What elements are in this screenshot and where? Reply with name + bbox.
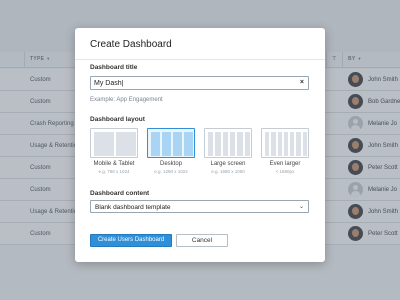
layout-column bbox=[296, 132, 301, 156]
create-dashboard-button[interactable]: Create Users Dashboard bbox=[90, 234, 172, 247]
layout-thumbnail bbox=[261, 128, 309, 158]
layout-column bbox=[230, 132, 236, 156]
layout-dimensions: e.g. 1680 x 1050 bbox=[211, 169, 245, 174]
layout-column bbox=[162, 132, 171, 156]
layout-thumbnail bbox=[147, 128, 195, 158]
chevron-down-icon: ⌄ bbox=[298, 204, 304, 210]
layout-column bbox=[173, 132, 182, 156]
layout-name: Even larger bbox=[269, 161, 301, 167]
dashboard-content-label: Dashboard content bbox=[90, 190, 150, 197]
layout-column bbox=[265, 132, 270, 156]
layout-options: Mobile & Tablet e.g. 768 x 1024 Desktop e.g… bbox=[90, 128, 310, 184]
layout-name: Desktop bbox=[159, 161, 182, 167]
layout-column bbox=[208, 132, 214, 156]
layout-dimensions: e.g. 768 x 1024 bbox=[98, 169, 130, 174]
layout-column bbox=[290, 132, 295, 156]
layout-column bbox=[184, 132, 193, 156]
dialog-title: Create Dashboard bbox=[90, 39, 172, 50]
layout-column bbox=[222, 132, 228, 156]
layout-dimensions: e.g. 1280 x 1024 bbox=[154, 169, 188, 174]
layout-column bbox=[94, 132, 114, 156]
dashboard-title-input[interactable] bbox=[94, 79, 289, 88]
dashboard-title-label: Dashboard title bbox=[90, 64, 138, 71]
layout-name: Mobile & Tablet bbox=[93, 161, 135, 167]
dashboard-layout-label: Dashboard layout bbox=[90, 116, 145, 123]
divider bbox=[75, 59, 325, 60]
layout-column bbox=[302, 132, 307, 156]
dashboard-content-value: Blank dashboard template bbox=[95, 204, 171, 211]
dashboard-title-hint: Example: App Engagement bbox=[90, 97, 163, 103]
create-dashboard-dialog: Create Dashboard Dashboard title × Examp… bbox=[75, 28, 325, 262]
cancel-button[interactable]: Cancel bbox=[176, 234, 228, 247]
layout-thumbnail bbox=[90, 128, 138, 158]
layout-column bbox=[237, 132, 243, 156]
layout-column bbox=[283, 132, 289, 156]
layout-column bbox=[215, 132, 221, 156]
layout-thumbnail bbox=[204, 128, 252, 158]
layout-column bbox=[116, 132, 136, 156]
dashboard-content-select[interactable]: Blank dashboard template ⌄ bbox=[90, 200, 309, 213]
layout-name: Large screen bbox=[210, 161, 246, 167]
layout-column bbox=[244, 132, 250, 156]
layout-column bbox=[271, 132, 276, 156]
dashboard-title-field[interactable]: × bbox=[90, 76, 309, 90]
layout-dimensions: < 1680px bbox=[275, 169, 295, 174]
close-icon[interactable]: × bbox=[300, 79, 304, 86]
layout-column bbox=[277, 132, 282, 156]
layout-column bbox=[151, 132, 160, 156]
